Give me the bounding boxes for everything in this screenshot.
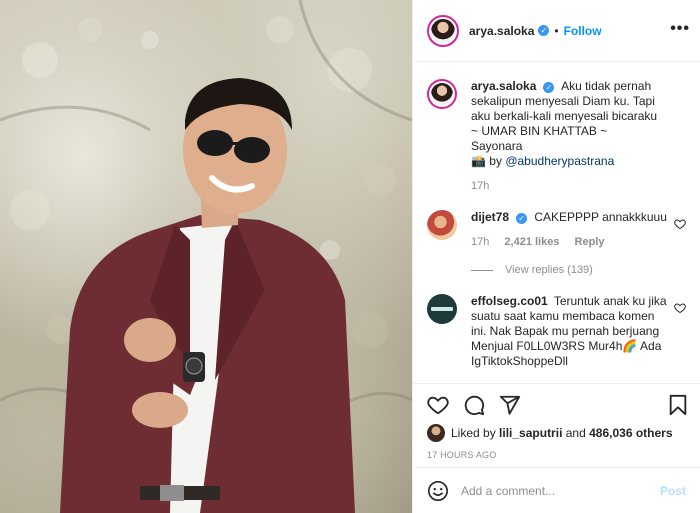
post-detail-panel: arya.saloka ✓ • Follow ••• arya.saloka ✓ … [413,0,700,513]
more-icon[interactable]: ••• [670,20,690,38]
caption-credit-link[interactable]: @abudherypastrana [505,154,614,168]
reply-button[interactable]: Reply [575,236,605,248]
post-photo[interactable] [0,0,412,513]
caption-time[interactable]: 17h [471,180,489,192]
separator-dot: • [554,23,559,38]
view-replies-button[interactable]: View replies (139) [471,264,686,276]
emoji-icon[interactable] [427,480,449,502]
caption-meta: 17h [471,179,671,194]
post-actions: Liked by lili_saputrii and 486,036 other… [413,383,700,467]
caption-quote-author: ~ UMAR BIN KHATTAB ~ [471,124,608,138]
caption-body: arya.saloka ✓ Aku tidak pernah sekalipun … [471,79,671,194]
heart-icon[interactable] [427,394,449,416]
likes-summary: Liked by lili_saputrii and 486,036 other… [427,424,673,442]
comment-like-heart-icon[interactable] [674,302,686,314]
post-header: arya.saloka ✓ • Follow ••• [413,0,700,62]
comment-body: dijet78 ✓ CAKEPPPP annakkkuuu 17h 2,421 l… [471,210,671,250]
caption-username[interactable]: arya.saloka [471,79,536,93]
likes-count-button[interactable]: 486,036 others [589,426,672,440]
post-photo-illustration [0,0,412,513]
author-username[interactable]: arya.saloka [469,24,534,38]
action-icons [427,394,535,416]
post-timestamp[interactable]: 17 HOURS AGO [427,450,496,460]
author-avatar[interactable] [427,14,459,47]
comment-input[interactable] [461,483,651,498]
comment-body: effolseg.co01 Teruntuk anak ku jika suat… [471,294,671,369]
comment-item: dijet78 ✓ CAKEPPPP annakkkuuu 17h 2,421 l… [427,210,686,250]
liked-by-prefix: Liked by [451,426,496,440]
caption-verified-icon: ✓ [543,82,555,93]
bookmark-icon[interactable] [668,394,688,416]
liker-avatar[interactable] [427,424,445,442]
comment-avatar[interactable] [427,294,457,324]
comment-meta: 17h 2,421 likes Reply [471,235,671,250]
comments-list[interactable]: arya.saloka ✓ Aku tidak pernah sekalipun … [413,63,700,383]
comment-avatar[interactable] [427,210,457,240]
caption-avatar[interactable] [427,79,457,109]
author-avatar-image [431,18,455,43]
comment-like-heart-icon[interactable] [674,218,686,230]
caption-sayonara: Sayonara [471,139,523,153]
liker-username[interactable]: lili_saputrii [499,426,562,440]
comment-text: CAKEPPPP annakkkuuu [534,210,667,224]
verified-icon: ✓ [538,25,550,36]
caption-avatar-image [431,83,453,105]
camera-icon: 📸 [471,154,486,168]
view-replies-label: View replies (139) [505,264,593,276]
comment-item: effolseg.co01 Teruntuk anak ku jika suat… [427,294,686,369]
comment-avatar-logo [431,307,453,311]
follow-button[interactable]: Follow [564,24,602,38]
liked-and: and [565,426,586,440]
post-comment-button[interactable]: Post [660,484,686,498]
comment-username[interactable]: effolseg.co01 [471,294,548,308]
share-icon[interactable] [499,394,521,416]
comment-likes[interactable]: 2,421 likes [504,236,559,248]
add-comment-bar: Post [413,467,700,513]
view-replies-line [471,269,493,271]
comment-time[interactable]: 17h [471,236,489,248]
comment-icon[interactable] [463,394,485,416]
comment-verified-icon: ✓ [516,213,528,224]
caption-by: by [489,154,502,168]
caption: arya.saloka ✓ Aku tidak pernah sekalipun … [427,79,686,194]
comment-username[interactable]: dijet78 [471,210,509,224]
